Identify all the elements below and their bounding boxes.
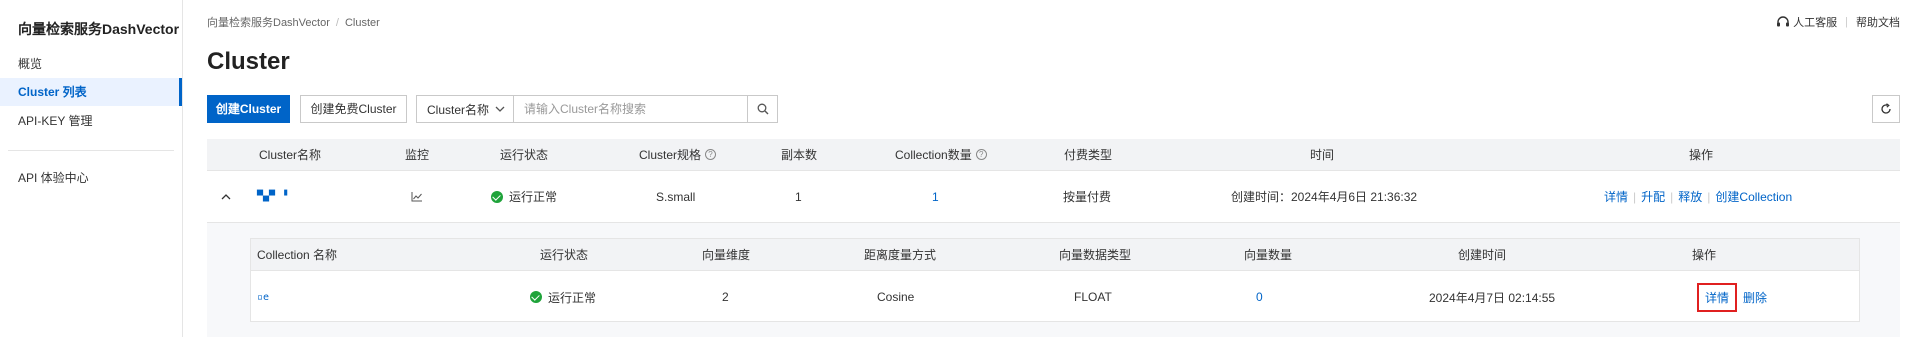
refresh-button[interactable]: [1872, 95, 1900, 123]
col-header-time: 时间: [1310, 148, 1335, 162]
success-check-icon: [530, 291, 542, 303]
cluster-status: 运行正常: [491, 171, 557, 222]
brand-title: 向量检索服务DashVector: [18, 21, 180, 37]
help-icon[interactable]: ?: [975, 149, 987, 160]
row-actions: 详情 | 升配 | 释放 | 创建Collection: [1604, 171, 1792, 222]
topbar-separator: |: [1845, 16, 1848, 28]
create-collection-link[interactable]: 创建Collection: [1715, 188, 1792, 205]
support-link[interactable]: 人工客服: [1793, 14, 1837, 30]
help-icon[interactable]: ?: [705, 149, 717, 160]
success-check-icon: [491, 190, 503, 203]
billing-type: 按量付费: [1063, 190, 1112, 204]
cluster-status-text: 运行正常: [509, 190, 558, 204]
search-input[interactable]: [514, 96, 747, 122]
breadcrumb-current: Cluster: [344, 17, 380, 29]
col-header-monitor: 监控: [405, 148, 430, 162]
distance-metric: Cosine: [877, 290, 915, 304]
breadcrumb-home[interactable]: 向量检索服务DashVector: [207, 17, 330, 29]
col-header-dtype: 向量数据类型: [1059, 248, 1132, 262]
collection-actions: 详情 删除: [1697, 271, 1767, 323]
search-button[interactable]: [747, 96, 777, 122]
breadcrumb-separator: /: [335, 17, 339, 29]
detail-link[interactable]: 详情: [1604, 188, 1628, 205]
breadcrumb: 向量检索服务DashVector / Cluster: [207, 14, 380, 30]
action-separator: |: [1633, 189, 1637, 204]
col-header-dimension: 向量维度: [702, 248, 751, 262]
collection-name: ▫e: [257, 291, 270, 303]
table-row: ▀▄▀ ▝ 运行正常 S.small 1 1 按量付费 创建时间：2024年4月…: [207, 171, 1900, 223]
col-header-replicas: 副本数: [781, 148, 818, 162]
sidebar-divider: [8, 150, 174, 151]
vector-dtype: FLOAT: [1074, 290, 1112, 304]
docs-link[interactable]: 帮助文档: [1856, 14, 1900, 30]
vector-count-link[interactable]: 0: [1256, 271, 1263, 323]
search-group: Cluster名称: [416, 95, 778, 123]
sidebar-item-cluster-list[interactable]: Cluster 列表: [0, 78, 182, 106]
col-header-vector-count: 向量数量: [1244, 248, 1293, 262]
col-header-ops: 操作: [1689, 148, 1714, 162]
sidebar-item-api-key[interactable]: API-KEY 管理: [0, 107, 182, 135]
collection-table: Collection 名称 运行状态 向量维度 距离度量方式 向量数据类型 向量…: [250, 238, 1860, 322]
col-header-collections-label: Collection数量: [895, 148, 972, 162]
create-free-cluster-button[interactable]: 创建免费Cluster: [300, 95, 407, 123]
collection-status-text: 运行正常: [548, 290, 597, 305]
upgrade-link[interactable]: 升配: [1641, 188, 1665, 205]
line-chart-icon: [411, 192, 422, 202]
collection-name-link[interactable]: ▫e: [257, 271, 269, 323]
col-header-created-time: 创建时间: [1458, 248, 1507, 262]
monitor-link[interactable]: [411, 171, 423, 222]
col-header-spec: Cluster规格?: [639, 139, 717, 170]
cluster-replicas: 1: [795, 189, 802, 204]
action-separator: |: [1670, 189, 1674, 204]
collection-created-time: 2024年4月7日 02:14:55: [1429, 290, 1556, 305]
collection-status: 运行正常: [530, 271, 596, 323]
top-links: 人工客服 | 帮助文档: [1776, 14, 1900, 30]
page-title: Cluster: [207, 48, 290, 75]
col-header-status: 运行状态: [500, 148, 549, 162]
create-cluster-button[interactable]: 创建Cluster: [207, 95, 290, 123]
cluster-name-link[interactable]: ▀▄▀ ▝: [257, 171, 287, 222]
collection-delete-link[interactable]: 删除: [1743, 289, 1767, 306]
sidebar-item-api-playground[interactable]: API 体验中心: [0, 164, 182, 192]
search-field-select[interactable]: Cluster名称: [417, 96, 514, 122]
cluster-table-header: Cluster名称 监控 运行状态 Cluster规格? 副本数 Collect…: [207, 139, 1900, 171]
col-header-collection-ops: 操作: [1692, 248, 1717, 262]
cluster-spec: S.small: [656, 189, 696, 204]
action-separator: |: [1707, 189, 1711, 204]
headset-icon: [1777, 16, 1790, 27]
vector-dimension: 2: [722, 290, 729, 304]
collection-count-link[interactable]: 1: [932, 171, 939, 222]
col-header-name: Cluster名称: [259, 148, 322, 162]
table-row: ▫e 运行正常 2 Cosine FLOAT 0 2024年4月7日 02:14…: [251, 271, 1859, 323]
col-header-billing: 付费类型: [1064, 148, 1113, 162]
col-header-collection-name: Collection 名称: [257, 248, 338, 262]
col-header-spec-label: Cluster规格: [639, 148, 702, 162]
search-icon: [757, 103, 768, 115]
cluster-name: ▀▄▀ ▝: [257, 191, 288, 202]
release-link[interactable]: 释放: [1678, 188, 1702, 205]
created-time: 创建时间：2024年4月6日 21:36:32: [1231, 190, 1418, 204]
col-header-metric: 距离度量方式: [864, 248, 937, 262]
sidebar-item-overview[interactable]: 概览: [0, 50, 182, 78]
search-field-label: Cluster名称: [427, 102, 490, 117]
col-header-collections: Collection数量?: [895, 139, 987, 170]
col-header-collection-status: 运行状态: [540, 248, 589, 262]
collection-table-header: Collection 名称 运行状态 向量维度 距离度量方式 向量数据类型 向量…: [251, 239, 1859, 271]
chevron-up-icon: [221, 193, 231, 199]
collapse-toggle[interactable]: [221, 171, 231, 222]
chevron-down-icon: [495, 106, 505, 112]
sidebar: 向量检索服务DashVector 概览 Cluster 列表 API-KEY 管…: [0, 0, 183, 337]
refresh-icon: [1881, 103, 1891, 114]
collection-detail-link[interactable]: 详情: [1697, 282, 1738, 312]
